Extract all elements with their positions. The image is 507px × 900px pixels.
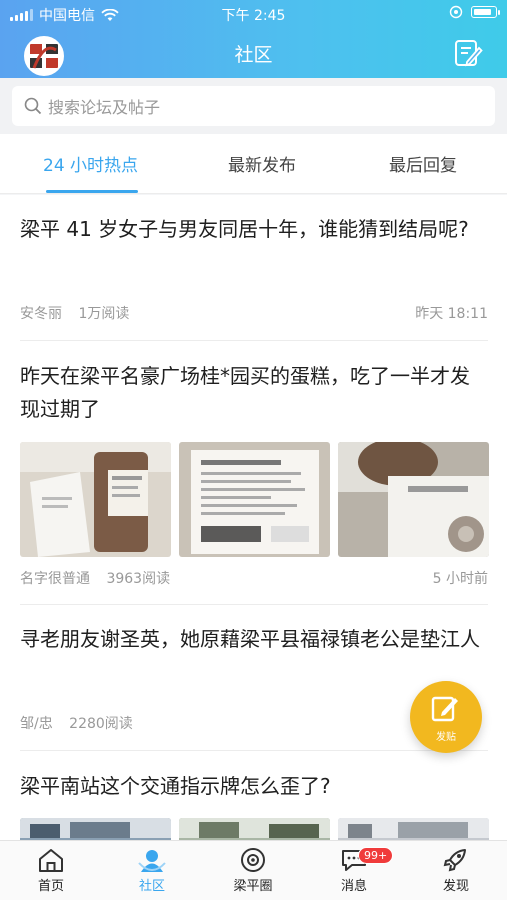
- nav-bar: 社区: [0, 30, 507, 76]
- page-title: 社区: [234, 44, 273, 66]
- search-input[interactable]: 搜索论坛及帖子: [12, 86, 495, 126]
- tabbar-item-community[interactable]: 社区: [112, 847, 192, 894]
- tab-24h-hot[interactable]: 24 小时热点: [43, 151, 138, 176]
- new-post-label: 发贴: [436, 732, 456, 743]
- tabbar-item-home[interactable]: 首页: [11, 847, 91, 894]
- clock: 下午 2:45: [221, 8, 286, 24]
- unread-badge: 99+: [358, 847, 394, 864]
- post-time: 昨天 18:11: [415, 306, 488, 322]
- compose-icon[interactable]: [453, 38, 483, 68]
- post-meta: 名字很普通 3963阅读 5 小时前: [20, 568, 488, 588]
- tabbar-label: 发现: [442, 879, 469, 894]
- home-icon: [39, 849, 63, 872]
- post-image[interactable]: [338, 818, 489, 840]
- post-title[interactable]: 梁平南站这个交通指示牌怎么歪了?: [20, 770, 488, 803]
- search-bar: 搜索论坛及帖子: [0, 78, 507, 134]
- rotation-lock-icon: [449, 5, 463, 19]
- post-image[interactable]: [20, 442, 171, 557]
- bottom-tab-bar: 首页 社区 梁平圈 99+ 消息 发现: [0, 840, 507, 900]
- post-images: [20, 442, 489, 557]
- rocket-icon: [443, 849, 466, 872]
- feed-tabs: 24 小时热点 最新发布 最后回复: [0, 134, 507, 194]
- tab-indicator: [46, 190, 138, 193]
- post-image[interactable]: [20, 818, 171, 840]
- post-author[interactable]: 名字很普通: [20, 571, 90, 587]
- post-item[interactable]: 昨天在梁平名豪广场桂*园买的蛋糕，吃了一半才发现过期了 名字很普通 3963阅读…: [20, 360, 489, 605]
- tabbar-label: 社区: [138, 879, 165, 894]
- post-title[interactable]: 梁平 41 岁女子与男友同居十年，谁能猜到结局呢?: [20, 213, 488, 246]
- post-image[interactable]: [179, 818, 330, 840]
- tabbar-item-messages[interactable]: 99+ 消息: [314, 847, 394, 894]
- tabbar-label: 首页: [37, 879, 64, 894]
- post-title[interactable]: 寻老朋友谢圣英，她原藉梁平县福禄镇老公是垫江人: [20, 623, 488, 656]
- post-reads: 1万阅读: [78, 306, 130, 322]
- post-reads: 2280阅读: [69, 716, 133, 732]
- post-meta: 安冬丽 1万阅读 昨天 18:11: [20, 303, 488, 323]
- post-image[interactable]: [338, 442, 489, 557]
- post-images: [20, 818, 489, 840]
- header: 中国电信 下午 2:45 社区: [0, 0, 507, 78]
- search-icon: [24, 97, 42, 115]
- tab-latest[interactable]: 最新发布: [228, 151, 296, 176]
- tabbar-item-discover[interactable]: 发现: [416, 847, 496, 894]
- post-item[interactable]: 梁平 41 岁女子与男友同居十年，谁能猜到结局呢? 安冬丽 1万阅读 昨天 18…: [20, 213, 488, 341]
- post-author[interactable]: 安冬丽: [20, 306, 62, 322]
- tabbar-label: 梁平圈: [233, 879, 273, 894]
- compose-icon: [431, 696, 458, 722]
- tab-last-reply[interactable]: 最后回复: [389, 151, 457, 176]
- circle-icon: [241, 848, 265, 872]
- search-placeholder: 搜索论坛及帖子: [48, 98, 161, 117]
- battery-icon: [471, 6, 500, 18]
- post-time: 5 小时前: [432, 571, 488, 587]
- post-item[interactable]: 梁平南站这个交通指示牌怎么歪了?: [20, 770, 489, 840]
- post-image[interactable]: [179, 442, 330, 557]
- post-title[interactable]: 昨天在梁平名豪广场桂*园买的蛋糕，吃了一半才发现过期了: [20, 360, 488, 426]
- status-bar: 中国电信 下午 2:45: [0, 0, 507, 28]
- tabbar-item-circle[interactable]: 梁平圈: [213, 847, 293, 894]
- new-post-button[interactable]: 发贴: [410, 681, 482, 753]
- post-reads: 3963阅读: [106, 571, 171, 587]
- tabbar-label: 消息: [340, 879, 367, 894]
- community-icon: [138, 850, 166, 872]
- post-author[interactable]: 邹/忠: [20, 716, 53, 732]
